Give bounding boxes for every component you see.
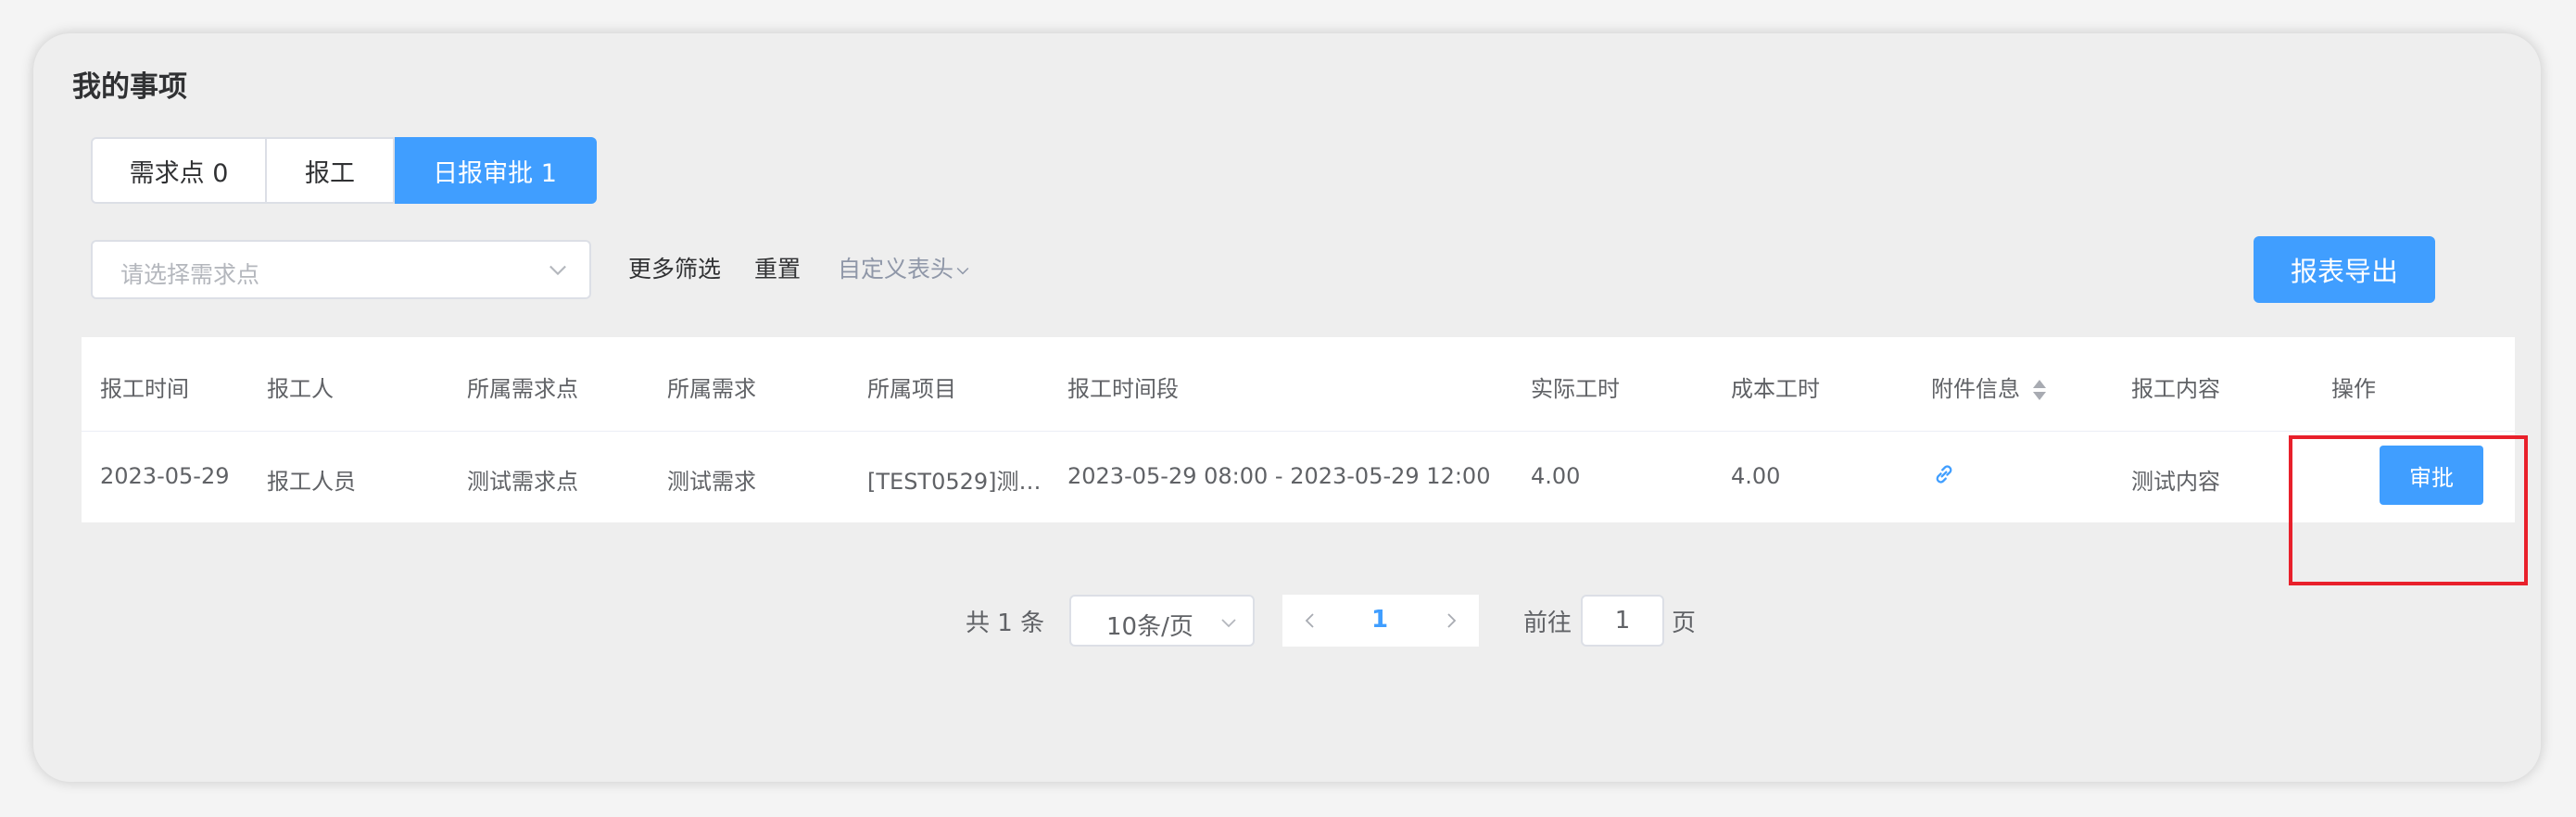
header-project: 所属项目 bbox=[867, 376, 956, 402]
cell-report-content: 测试内容 bbox=[2131, 469, 2220, 495]
header-actual-hours: 实际工时 bbox=[1531, 376, 1620, 402]
cell-cost-hours: 4.00 bbox=[1731, 463, 1781, 489]
header-attachment[interactable]: 附件信息 bbox=[1931, 371, 2048, 403]
table-row: 2023-05-29 报工人员 测试需求点 测试需求 [TEST0529]测… … bbox=[82, 432, 2515, 522]
export-report-button[interactable]: 报表导出 bbox=[2254, 236, 2435, 303]
header-attachment-label: 附件信息 bbox=[1931, 376, 2020, 402]
chevron-right-icon[interactable] bbox=[1440, 610, 1462, 632]
tab-daily-report-approval[interactable]: 日报审批 1 bbox=[395, 137, 597, 204]
header-report-content: 报工内容 bbox=[2131, 376, 2220, 402]
approve-button[interactable]: 审批 bbox=[2380, 446, 2483, 505]
tab-demand-points[interactable]: 需求点 0 bbox=[91, 137, 267, 204]
chevron-down-icon bbox=[1221, 619, 1236, 628]
pagination-total: 共 1 条 bbox=[966, 610, 1045, 637]
link-icon[interactable] bbox=[1931, 461, 1957, 487]
cell-actual-hours: 4.00 bbox=[1531, 463, 1581, 489]
page-title: 我的事项 bbox=[72, 70, 187, 104]
header-demand-point: 所属需求点 bbox=[467, 376, 578, 402]
header-report-period: 报工时间段 bbox=[1067, 376, 1179, 402]
tab-work-report[interactable]: 报工 bbox=[267, 137, 395, 204]
cell-demand: 测试需求 bbox=[667, 469, 756, 495]
approval-table: 报工时间 报工人 所属需求点 所属需求 所属项目 报工时间段 实际工时 成本工时… bbox=[82, 337, 2515, 522]
page-number-current[interactable]: 1 bbox=[1371, 606, 1388, 634]
page-suffix: 页 bbox=[1672, 610, 1697, 637]
demand-point-select-placeholder: 请选择需求点 bbox=[120, 261, 260, 288]
header-actions: 操作 bbox=[2331, 376, 2376, 402]
header-reporter: 报工人 bbox=[267, 376, 334, 402]
page-size-select[interactable]: 10条/页 bbox=[1069, 595, 1255, 647]
header-cost-hours: 成本工时 bbox=[1731, 376, 1820, 402]
header-report-time: 报工时间 bbox=[100, 376, 189, 402]
my-items-panel: 我的事项 需求点 0 报工 日报审批 1 请选择需求点 更多筛选 重置 自定义表… bbox=[33, 33, 2541, 782]
cell-demand-point: 测试需求点 bbox=[467, 469, 578, 495]
table-header: 报工时间 报工人 所属需求点 所属需求 所属项目 报工时间段 实际工时 成本工时… bbox=[82, 337, 2515, 432]
header-demand: 所属需求 bbox=[667, 376, 756, 402]
reset-button[interactable]: 重置 bbox=[754, 251, 801, 284]
demand-point-select[interactable]: 请选择需求点 bbox=[91, 240, 591, 299]
sort-icon[interactable] bbox=[2031, 378, 2048, 402]
cell-report-period: 2023-05-29 08:00 - 2023-05-29 12:00 bbox=[1067, 463, 1491, 489]
custom-header-label: 自定义表头 bbox=[838, 256, 954, 283]
custom-header-dropdown[interactable]: 自定义表头 bbox=[838, 251, 972, 284]
more-filters-button[interactable]: 更多筛选 bbox=[628, 251, 721, 284]
pager: 1 bbox=[1282, 595, 1479, 647]
chevron-left-icon[interactable] bbox=[1299, 610, 1321, 632]
cell-report-date: 2023-05-29 bbox=[100, 463, 230, 489]
goto-page-input[interactable]: 1 bbox=[1581, 595, 1664, 647]
cell-project: [TEST0529]测… bbox=[867, 469, 1042, 495]
chevron-down-icon bbox=[956, 267, 969, 275]
tab-bar: 需求点 0 报工 日报审批 1 bbox=[91, 137, 597, 204]
goto-label: 前往 bbox=[1523, 610, 1572, 637]
page-size-value: 10条/页 bbox=[1106, 613, 1193, 641]
cell-reporter: 报工人员 bbox=[267, 469, 356, 495]
chevron-down-icon bbox=[549, 265, 566, 276]
